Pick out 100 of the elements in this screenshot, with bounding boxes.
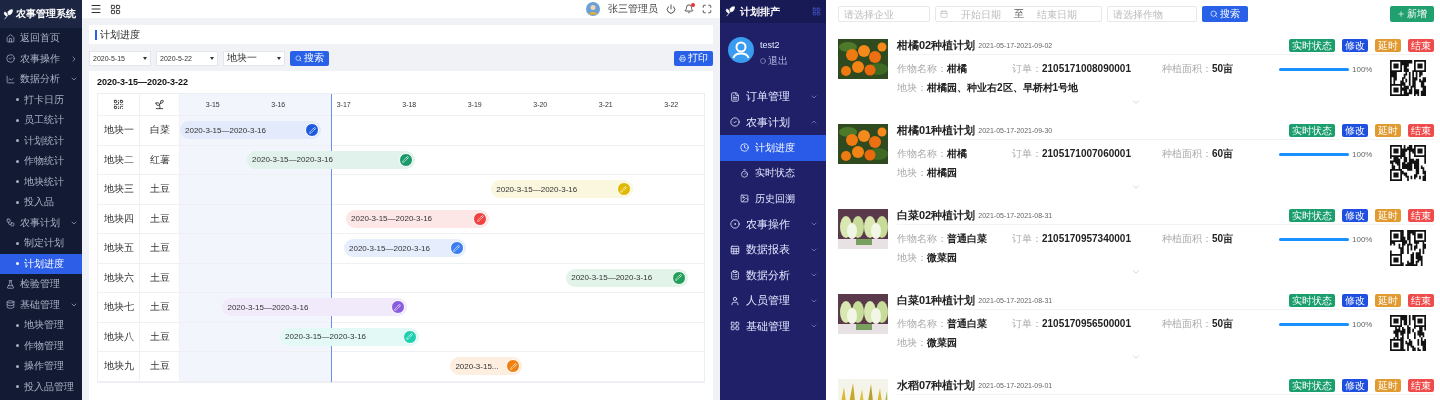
pencil-icon: [509, 362, 517, 370]
area-field-text: 种植面积：50亩: [1162, 317, 1235, 331]
progress-text: 100%: [1352, 319, 1373, 329]
plan-title: 柑橘02种植计划: [897, 38, 976, 53]
user-name[interactable]: 张三管理员: [608, 2, 658, 16]
plot-field-text: 地块：微菜园: [897, 251, 958, 265]
edit-button[interactable]: [506, 359, 521, 374]
action-tag[interactable]: 结束: [1408, 124, 1434, 137]
sidebar-item[interactable]: 订单管理: [720, 84, 826, 110]
crop-cell: 土豆: [140, 263, 180, 292]
order-field-text: 订单：2105170957340001: [1012, 232, 1132, 246]
sidebar-subitem[interactable]: 操作管理: [0, 356, 82, 377]
plot-cell: 地块三: [98, 175, 140, 204]
edit-button[interactable]: [398, 152, 413, 167]
crop-field[interactable]: 请选择作物: [1107, 6, 1197, 22]
plot-cell: 地块七: [98, 293, 140, 322]
bar-label: 2020-3-15—2020-3-16: [185, 125, 266, 135]
bullet-icon: [16, 118, 19, 122]
pencil-icon: [476, 215, 484, 223]
area-field-text: 种植面积：60亩: [1162, 147, 1235, 161]
edit-button[interactable]: [390, 300, 405, 315]
progress-text: 100%: [1352, 149, 1373, 159]
bullet-icon: [16, 385, 19, 389]
logout-link[interactable]: 退出: [760, 54, 788, 68]
bar-label: 2020-3-15—2020-3-16: [571, 273, 653, 283]
sidebar-item[interactable]: 基础管理: [0, 294, 82, 315]
bullet-icon: [16, 344, 19, 348]
sidebar-subitem[interactable]: 历史回溯: [720, 186, 826, 212]
order-field-text: 订单：2105171007060001: [1012, 147, 1132, 161]
sidebar-subitem[interactable]: 实时状态: [720, 160, 826, 186]
sidebar-item[interactable]: 数据分析: [0, 69, 82, 90]
fullscreen-icon[interactable]: [702, 4, 712, 14]
pencil-icon: [406, 333, 414, 341]
sidebar-subitem[interactable]: 地块统计: [0, 171, 82, 192]
plot-cell: 地块五: [98, 234, 140, 263]
bullet-icon: [16, 364, 19, 368]
plot-select[interactable]: 地块一: [223, 50, 285, 66]
action-tag[interactable]: 修改: [1342, 209, 1368, 222]
action-tag[interactable]: 修改: [1342, 39, 1368, 52]
plot-cell: 地块四: [98, 204, 140, 233]
sidebar-item[interactable]: 农事操作: [720, 211, 826, 237]
company-field[interactable]: 请选择企业: [838, 6, 930, 22]
plot-cell: 地块一: [98, 116, 140, 145]
edit-button[interactable]: [449, 241, 464, 256]
sidebar-subitem[interactable]: 投入品管理: [0, 376, 82, 397]
crop-field-text: 作物名称：柑橘: [897, 147, 968, 161]
sidebar-item[interactable]: 数据分析: [720, 262, 826, 288]
qr-code-icon: [1390, 60, 1426, 96]
sidebar-subitem[interactable]: 作物统计: [0, 151, 82, 172]
sidebar-subitem[interactable]: 制定计划: [0, 233, 82, 254]
sidebar-subitem[interactable]: 员工统计: [0, 110, 82, 131]
crop-field-text: 作物名称：柑橘: [897, 62, 968, 76]
progress-bar: [1279, 237, 1349, 241]
print-button[interactable]: 打印: [674, 50, 713, 66]
search-button[interactable]: 搜索: [290, 50, 329, 66]
sidebar-item[interactable]: 农事操作: [0, 48, 82, 69]
bar-label: 2020-3-15—2020-3-16: [252, 155, 333, 165]
progress-bar: [1279, 67, 1349, 71]
leaf-logo-icon: [725, 6, 736, 17]
bar-label: 2020-3-15—2020-3-16: [351, 214, 433, 224]
action-tag[interactable]: 结束: [1408, 209, 1434, 222]
bell-icon[interactable]: [684, 4, 694, 14]
edit-button[interactable]: [671, 270, 686, 285]
edit-button[interactable]: [305, 123, 320, 138]
leaf-logo-icon: [3, 8, 14, 20]
sidebar-item[interactable]: 基础管理: [720, 313, 826, 339]
power-icon[interactable]: [666, 4, 676, 14]
action-tag[interactable]: 修改: [1342, 379, 1368, 392]
sidebar-subitem[interactable]: 作物管理: [0, 335, 82, 356]
sidebar-subitem[interactable]: 计划统计: [0, 130, 82, 151]
action-tag[interactable]: 结束: [1408, 379, 1434, 392]
app-title: 农事管理系统: [16, 7, 76, 21]
range-title: 2020-3-15—2020-3-22: [97, 77, 190, 87]
bar-label: 2020-3-15...: [455, 361, 499, 371]
edit-button[interactable]: [473, 211, 488, 226]
action-tag[interactable]: 结束: [1408, 294, 1434, 307]
sidebar-subitem[interactable]: 计划进度: [720, 135, 826, 161]
grid-icon[interactable]: [110, 3, 121, 15]
bar-label: 2020-3-15—2020-3-16: [349, 243, 430, 253]
action-tag[interactable]: 修改: [1342, 294, 1368, 307]
pencil-icon: [308, 126, 316, 134]
avatar-icon[interactable]: [728, 37, 754, 63]
sidebar-item[interactable]: 农事计划: [720, 109, 826, 135]
qr-code-icon: [1390, 315, 1426, 351]
search-button[interactable]: 搜索: [1202, 6, 1248, 22]
sidebar-subitem[interactable]: 投入品: [0, 192, 82, 213]
order-field-text: 订单：2105170956500001: [1012, 317, 1132, 331]
sidebar-subitem[interactable]: 地块管理: [0, 315, 82, 336]
sidebar-subitem[interactable]: 计划进度: [0, 253, 82, 274]
qr-code-icon: [1390, 145, 1426, 181]
sidebar-item[interactable]: 数据报表: [720, 237, 826, 263]
sidebar-item[interactable]: 农事计划: [0, 212, 82, 233]
sidebar-subitem[interactable]: 打卡日历: [0, 89, 82, 110]
sidebar-item[interactable]: 检验管理: [0, 274, 82, 295]
sidebar-item[interactable]: 人员管理: [720, 288, 826, 314]
plan-title: 白菜02种植计划: [897, 208, 976, 223]
action-tag[interactable]: 结束: [1408, 39, 1434, 52]
plot-field-text: 地块：柑橘园: [897, 166, 958, 180]
action-tag[interactable]: 修改: [1342, 124, 1368, 137]
sidebar-item[interactable]: 返回首页: [0, 28, 82, 49]
